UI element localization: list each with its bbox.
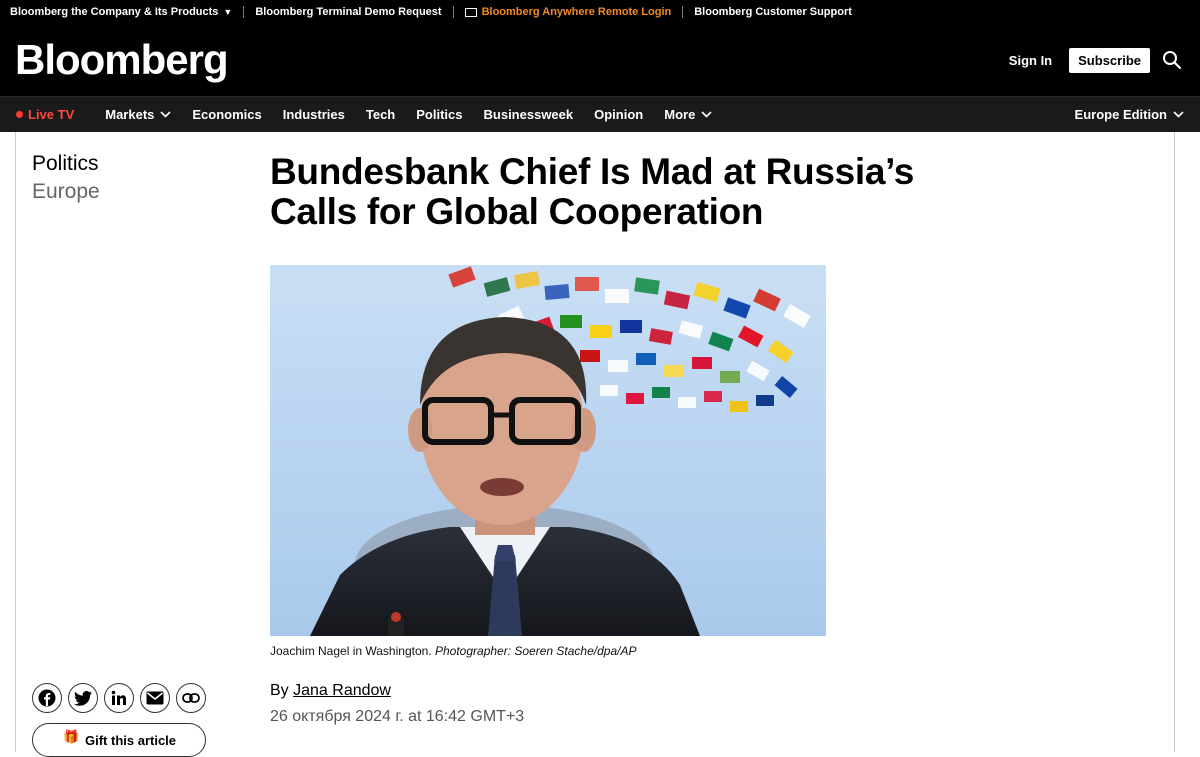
bloomberg-logo[interactable]: Bloomberg [15, 36, 229, 84]
header-actions: Sign In Subscribe [1009, 47, 1182, 73]
anywhere-login-label: Bloomberg Anywhere Remote Login [481, 6, 672, 18]
gift-article-button[interactable]: 🎁 Gift this article [32, 723, 206, 757]
divider [452, 6, 454, 18]
nav-markets-label: Markets [105, 107, 155, 122]
nav-opinion[interactable]: Opinion [594, 107, 643, 122]
gift-label: Gift this article [85, 732, 177, 748]
nav-politics[interactable]: Politics [416, 107, 462, 122]
copy-link-icon[interactable] [176, 683, 206, 713]
section-europe-link[interactable]: Europe [32, 178, 100, 206]
share-bar [32, 683, 212, 713]
chevron-down-icon [701, 111, 712, 118]
nav-markets[interactable]: Markets [105, 107, 171, 122]
section-labels: Politics Europe [32, 150, 100, 206]
site-header: Bloomberg Sign In Subscribe [0, 24, 1200, 96]
gift-icon: 🎁 [63, 729, 80, 744]
nav-tech[interactable]: Tech [366, 107, 395, 122]
edition-label: Europe Edition [1074, 107, 1167, 122]
twitter-share-icon[interactable] [68, 683, 98, 713]
caption-text: Joachim Nagel in Washington. [270, 644, 432, 658]
edition-selector[interactable]: Europe Edition [1075, 107, 1184, 122]
utility-bar: Bloomberg the Company & Its Products ▼ B… [0, 0, 1200, 24]
section-politics-link[interactable]: Politics [32, 150, 100, 178]
photo-caption: Joachim Nagel in Washington. Photographe… [270, 644, 636, 658]
live-tv-label: Live TV [28, 107, 75, 122]
headline-line-1: Bundesbank Chief Is Mad at Russia’s [270, 151, 915, 192]
divider [682, 6, 684, 18]
nav-more-label: More [664, 107, 696, 122]
byline: By Jana Randow [270, 682, 391, 700]
chevron-down-icon [160, 111, 171, 118]
search-icon[interactable] [1162, 50, 1182, 70]
nav-economics[interactable]: Economics [192, 107, 261, 122]
chevron-down-icon [1173, 111, 1184, 118]
company-products-label: Bloomberg the Company & Its Products [10, 6, 219, 18]
nav-industries[interactable]: Industries [283, 107, 345, 122]
headline-line-2: Calls for Global Cooperation [270, 191, 764, 232]
caret-down-icon: ▼ [223, 7, 233, 17]
nav-businessweek[interactable]: Businessweek [484, 107, 574, 122]
sign-in-link[interactable]: Sign In [1009, 53, 1052, 68]
byline-prefix: By [270, 682, 289, 699]
customer-support-link[interactable]: Bloomberg Customer Support [694, 6, 852, 18]
terminal-demo-link[interactable]: Bloomberg Terminal Demo Request [255, 6, 441, 18]
lead-photo [270, 265, 826, 636]
headline: Bundesbank Chief Is Mad at Russia’s Call… [270, 152, 970, 232]
email-share-icon[interactable] [140, 683, 170, 713]
divider [243, 6, 245, 18]
lead-photo-illustration [270, 265, 826, 636]
terminal-icon [464, 7, 477, 17]
nav-more[interactable]: More [664, 107, 712, 122]
article-container: Politics Europe Bundesbank Chief Is Mad … [15, 132, 1175, 757]
photo-credit: Photographer: Soeren Stache/dpa/AP [434, 644, 637, 658]
publish-date: 26 октября 2024 г. at 16:42 GMT+3 [270, 708, 525, 725]
company-products-link[interactable]: Bloomberg the Company & Its Products ▼ [10, 6, 232, 18]
linkedin-share-icon[interactable] [104, 683, 134, 713]
nav-live-tv[interactable]: Live TV [16, 107, 74, 122]
facebook-share-icon[interactable] [32, 683, 62, 713]
live-dot-icon [16, 111, 23, 118]
nav-left: Live TV Markets Economics Industries Tec… [16, 107, 733, 122]
anywhere-login-link[interactable]: Bloomberg Anywhere Remote Login [464, 6, 672, 18]
author-link[interactable]: Jana Randow [293, 682, 391, 699]
main-nav: Live TV Markets Economics Industries Tec… [0, 96, 1200, 132]
subscribe-button[interactable]: Subscribe [1069, 47, 1150, 73]
